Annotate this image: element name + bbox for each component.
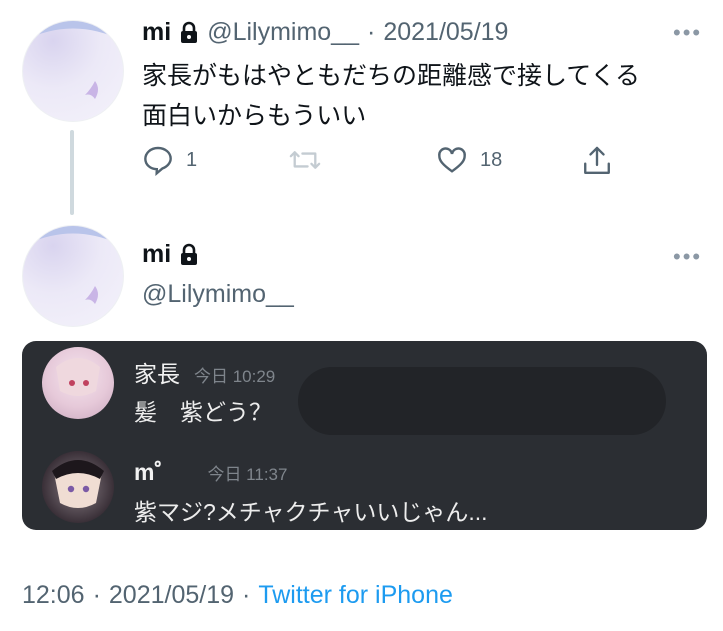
tweet-text-line: 家長がもはやともだちの距離感で接してくる — [142, 62, 641, 90]
lock-icon — [181, 21, 198, 43]
reply-icon — [144, 146, 172, 176]
like-icon — [438, 147, 466, 173]
tweet2-header: mi — [142, 240, 199, 269]
avatar-art-icon — [52, 460, 104, 508]
like-button[interactable]: 18 — [436, 144, 502, 176]
thread-line — [70, 130, 74, 215]
chat-message: 家長 今日 10:29 髪 紫どう？ — [134, 355, 275, 427]
handle[interactable]: @Lilymimo__ — [207, 18, 359, 47]
sender-name: 家長 — [134, 361, 180, 387]
tweet1-header: mi @Lilymimo__ · 2021/05/19 — [142, 18, 508, 47]
avatar-art-icon — [56, 358, 100, 396]
retweet-icon — [289, 151, 321, 169]
message-time: 今日 10:29 — [194, 367, 276, 386]
more-options-icon[interactable]: ••• — [673, 244, 702, 270]
like-count: 18 — [480, 148, 503, 171]
post-date[interactable]: 2021/05/19 — [109, 581, 234, 610]
display-name[interactable]: mi — [142, 18, 171, 47]
avatar-art-icon — [23, 21, 123, 99]
tweet-date[interactable]: 2021/05/19 — [383, 18, 508, 47]
reply-count: 1 — [186, 148, 198, 171]
message-time: 今日 11:37 — [207, 465, 288, 484]
tweet-text: 家長がもはやともだちの距離感で接してくる 面白いからもういい — [142, 56, 640, 136]
avatar[interactable] — [22, 225, 124, 327]
separator: · — [92, 581, 101, 609]
separator: · — [242, 581, 251, 609]
source-link[interactable]: Twitter for iPhone — [258, 581, 453, 610]
message-text: 髪 紫どう？ — [134, 399, 272, 425]
avatar-art-icon — [23, 226, 123, 304]
message-text: 紫マジ?メチャクチャいいじゃん... — [134, 499, 488, 525]
avatar — [42, 451, 114, 523]
tweet-text-line: 面白いからもういい — [142, 102, 367, 130]
handle[interactable]: @Lilymimo__ — [142, 280, 294, 309]
post-time[interactable]: 12:06 — [22, 581, 85, 610]
redaction-bar — [298, 367, 666, 435]
separator: · — [367, 18, 376, 46]
chat-message: m゜ 今日 11:37 紫マジ?メチャクチャいいじゃん... — [134, 453, 488, 527]
display-name[interactable]: mi — [142, 240, 171, 269]
attached-image[interactable]: 家長 今日 10:29 髪 紫どう？ m゜ 今日 11:37 紫マジ?メチャクチ… — [22, 341, 707, 530]
share-icon — [584, 146, 610, 174]
reply-button[interactable]: 1 — [142, 144, 197, 176]
avatar — [42, 347, 114, 419]
share-button[interactable] — [581, 144, 613, 178]
more-options-icon[interactable]: ••• — [673, 20, 702, 46]
tweet-timestamp: 12:06 · 2021/05/19 · Twitter for iPhone — [22, 581, 453, 610]
avatar[interactable] — [22, 20, 124, 122]
sender-name: m゜ — [134, 459, 178, 485]
retweet-button[interactable] — [287, 144, 323, 176]
lock-icon — [181, 243, 198, 265]
